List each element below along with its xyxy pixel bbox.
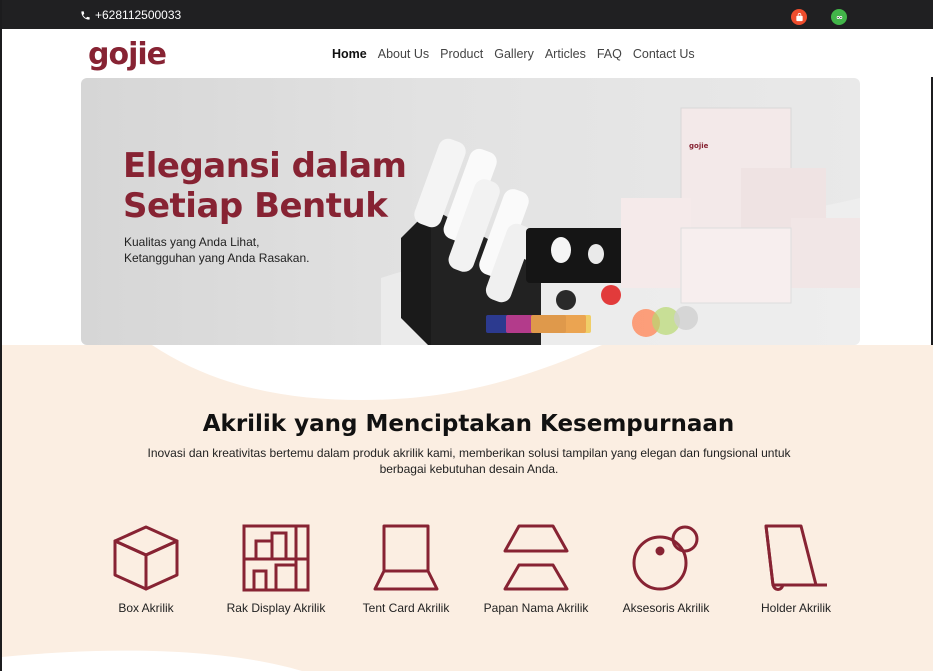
tent-card-icon	[373, 524, 439, 591]
product-label: Holder Akrilik	[760, 601, 832, 615]
hero-subtitle-line2: Ketangguhan yang Anda Rasakan.	[124, 251, 310, 265]
product-box[interactable]: Box Akrilik	[81, 523, 211, 615]
tokopedia-link[interactable]	[831, 9, 847, 25]
phone-number: +628112500033	[95, 8, 182, 22]
phone-icon	[81, 10, 90, 20]
tokopedia-icon	[836, 15, 842, 19]
product-tent-card[interactable]: Tent Card Akrilik	[341, 523, 471, 615]
section-title: Akrilik yang Menciptakan Kesempurnaan	[202, 411, 735, 437]
main-nav: Home About Us Product Gallery Articles F…	[332, 47, 695, 61]
nav-about-us[interactable]: About Us	[378, 47, 429, 61]
product-label: Tent Card Akrilik	[362, 601, 450, 615]
hero-title: Elegansi dalam Setiap Bentuk	[123, 146, 407, 226]
products-section: Akrilik yang Menciptakan Kesempurnaan In…	[2, 345, 933, 671]
product-label: Papan Nama Akrilik	[483, 601, 589, 615]
name-plate-icon	[503, 524, 569, 591]
shelf-icon	[242, 524, 310, 592]
box-icon	[113, 525, 179, 591]
nav-faq[interactable]: FAQ	[597, 47, 622, 61]
hero-subtitle-line1: Kualitas yang Anda Lihat,	[124, 235, 260, 249]
site-logo[interactable]: gojie	[88, 37, 167, 72]
product-label: Rak Display Akrilik	[226, 601, 326, 615]
main-navbar: gojie Home About Us Product Gallery Arti…	[2, 29, 933, 77]
nav-home[interactable]: Home	[332, 47, 367, 61]
shopee-link[interactable]	[791, 9, 807, 25]
hero-product-image: gojie	[381, 107, 860, 345]
nav-contact-us[interactable]: Contact Us	[633, 47, 695, 61]
shopee-icon	[795, 12, 803, 21]
product-accessory[interactable]: Aksesoris Akrilik	[601, 523, 731, 615]
holder-icon	[764, 524, 827, 591]
nav-articles[interactable]: Articles	[545, 47, 586, 61]
product-shelf[interactable]: Rak Display Akrilik	[211, 523, 341, 615]
product-label: Aksesoris Akrilik	[622, 601, 710, 615]
section-description: Inovasi dan kreativitas bertemu dalam pr…	[147, 446, 791, 476]
top-bar: +628112500033	[2, 0, 933, 29]
hero-banner: gojie Elegansi dalam Setiap Bentuk Kuali…	[81, 78, 860, 345]
nav-gallery[interactable]: Gallery	[494, 47, 534, 61]
product-label: Box Akrilik	[118, 601, 174, 615]
product-holder[interactable]: Holder Akrilik	[731, 523, 861, 615]
accessory-icon	[632, 525, 699, 591]
product-name-plate[interactable]: Papan Nama Akrilik	[471, 523, 601, 615]
hero-subtitle: Kualitas yang Anda Lihat, Ketangguhan ya…	[124, 234, 354, 266]
svg-text:gojie: gojie	[689, 142, 709, 150]
nav-product[interactable]: Product	[440, 47, 483, 61]
wave-decoration	[2, 345, 602, 671]
phone-contact[interactable]: +628112500033	[80, 8, 181, 22]
